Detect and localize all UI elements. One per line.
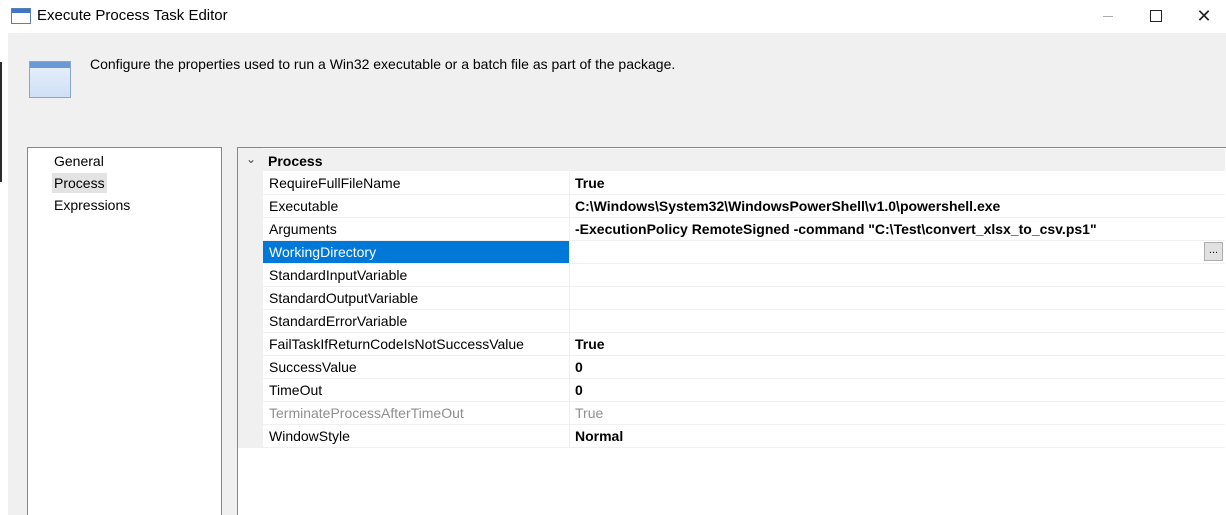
property-row-successvalue[interactable]: SuccessValue 0 bbox=[263, 356, 1225, 379]
maximize-button[interactable] bbox=[1134, 0, 1178, 32]
property-value[interactable] bbox=[571, 264, 1225, 286]
property-row-standardinputvariable[interactable]: StandardInputVariable bbox=[263, 264, 1225, 287]
browse-button[interactable]: ... bbox=[1204, 242, 1223, 261]
property-row-arguments[interactable]: Arguments -ExecutionPolicy RemoteSigned … bbox=[263, 218, 1225, 241]
property-value[interactable]: 0 bbox=[571, 379, 1225, 401]
property-name[interactable]: FailTaskIfReturnCodeIsNotSuccessValue bbox=[263, 333, 570, 355]
property-name[interactable]: Arguments bbox=[263, 218, 570, 240]
property-grid-gutter bbox=[238, 148, 263, 448]
property-row-timeout[interactable]: TimeOut 0 bbox=[263, 379, 1225, 402]
form-icon bbox=[29, 61, 71, 98]
nav-item-general[interactable]: General bbox=[52, 151, 106, 171]
property-row-workingdirectory[interactable]: WorkingDirectory ... bbox=[263, 241, 1225, 264]
property-name[interactable]: StandardInputVariable bbox=[263, 264, 570, 286]
property-name[interactable]: RequireFullFileName bbox=[263, 172, 570, 194]
property-value[interactable]: True bbox=[571, 172, 1225, 194]
nav-item-expressions[interactable]: Expressions bbox=[52, 195, 132, 215]
banner-description: Configure the properties used to run a W… bbox=[90, 56, 676, 72]
property-value[interactable] bbox=[571, 287, 1225, 309]
category-label: Process bbox=[268, 153, 323, 169]
property-name[interactable]: SuccessValue bbox=[263, 356, 570, 378]
property-name[interactable]: StandardOutputVariable bbox=[263, 287, 570, 309]
property-value[interactable]: True bbox=[571, 333, 1225, 355]
property-value[interactable]: C:\Windows\System32\WindowsPowerShell\v1… bbox=[571, 195, 1225, 217]
property-value[interactable] bbox=[571, 310, 1225, 332]
property-name[interactable]: Executable bbox=[263, 195, 570, 217]
property-grid: ⌄ Process RequireFullFileName True Execu… bbox=[237, 147, 1226, 515]
minimize-button[interactable] bbox=[1086, 0, 1130, 32]
property-row-executable[interactable]: Executable C:\Windows\System32\WindowsPo… bbox=[263, 195, 1225, 218]
property-row-standardoutputvariable[interactable]: StandardOutputVariable bbox=[263, 287, 1225, 310]
property-row-failtaskifreturncodeisnotsuccessvalue[interactable]: FailTaskIfReturnCodeIsNotSuccessValue Tr… bbox=[263, 333, 1225, 356]
background-window-edge-mark bbox=[0, 62, 2, 182]
window-icon bbox=[11, 8, 31, 24]
property-value[interactable]: Normal bbox=[571, 425, 1225, 447]
property-row-windowstyle[interactable]: WindowStyle Normal bbox=[263, 425, 1225, 448]
property-row-requirefullfilename[interactable]: RequireFullFileName True bbox=[263, 172, 1225, 195]
property-name[interactable]: WindowStyle bbox=[263, 425, 570, 447]
nav-item-process[interactable]: Process bbox=[52, 173, 107, 193]
property-name[interactable]: TimeOut bbox=[263, 379, 570, 401]
nav-panel: General Process Expressions bbox=[27, 147, 222, 515]
property-value-input[interactable] bbox=[571, 241, 1225, 263]
property-row-terminateprocessaftertimeout[interactable]: TerminateProcessAfterTimeOut True bbox=[263, 402, 1225, 425]
close-icon: ✕ bbox=[1196, 5, 1212, 26]
title-bar[interactable]: Execute Process Task Editor ✕ bbox=[0, 0, 1226, 32]
property-value[interactable]: 0 bbox=[571, 356, 1225, 378]
property-name[interactable]: WorkingDirectory bbox=[263, 241, 570, 263]
chevron-down-icon[interactable]: ⌄ bbox=[246, 152, 256, 166]
property-value[interactable]: -ExecutionPolicy RemoteSigned -command "… bbox=[571, 218, 1225, 240]
window-title: Execute Process Task Editor bbox=[37, 7, 228, 24]
close-button[interactable]: ✕ bbox=[1182, 0, 1226, 32]
property-name[interactable]: TerminateProcessAfterTimeOut bbox=[263, 402, 570, 424]
property-value: True bbox=[575, 405, 604, 421]
category-row-process[interactable]: ⌄ Process bbox=[238, 149, 1225, 171]
property-name[interactable]: StandardErrorVariable bbox=[263, 310, 570, 332]
property-row-standarderrorvariable[interactable]: StandardErrorVariable bbox=[263, 310, 1225, 333]
